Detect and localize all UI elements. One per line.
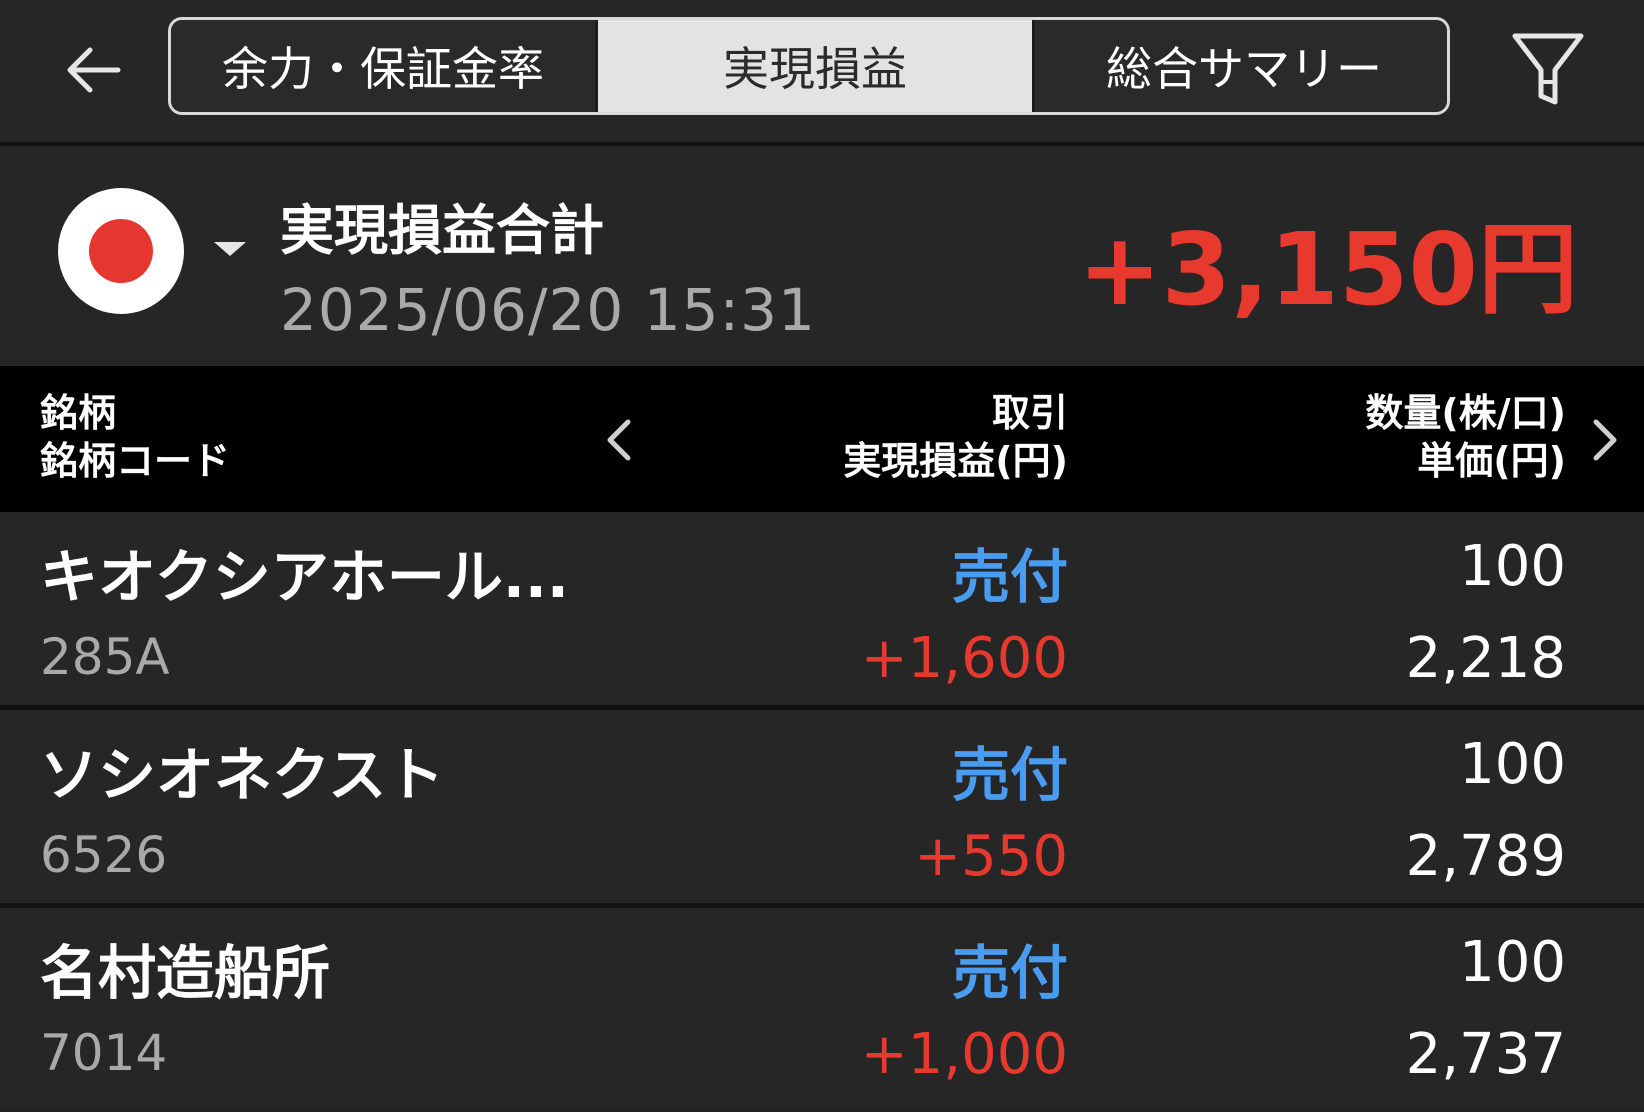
tab-total-summary[interactable]: 総合サマリー (1032, 20, 1447, 112)
chevron-down-icon[interactable] (214, 242, 246, 256)
back-button[interactable] (50, 35, 136, 105)
stock-name: キオクシアホール... (40, 543, 569, 611)
table-row[interactable]: 名村造船所 7014 売付 +1,000 100 2,737 (0, 908, 1644, 1108)
summary-total: +3,150円 (1077, 211, 1578, 328)
summary-datetime: 2025/06/20 15:31 (280, 276, 816, 344)
header-stock: 銘柄 銘柄コード (40, 391, 231, 483)
trade-type: 売付 (951, 741, 1068, 809)
arrow-left-icon (67, 47, 121, 93)
unit-price: 2,789 (1405, 824, 1566, 889)
japan-flag-icon[interactable] (58, 188, 184, 314)
quantity: 100 (1459, 732, 1566, 797)
stock-name: 名村造船所 (40, 939, 331, 1007)
trade-type: 売付 (951, 939, 1068, 1007)
stock-code: 285A (40, 628, 170, 686)
filter-button[interactable] (1508, 30, 1588, 110)
tab-margin-ratio[interactable]: 余力・保証金率 (171, 20, 598, 112)
header-trade: 取引 実現損益(円) (843, 391, 1068, 483)
table-row[interactable]: キオクシアホール... 285A 売付 +1,600 100 2,218 (0, 512, 1644, 710)
chevron-right-icon[interactable] (1586, 410, 1626, 470)
quantity: 100 (1459, 534, 1566, 599)
summary-panel: 実現損益合計 2025/06/20 15:31 +3,150円 (0, 146, 1644, 366)
unit-price: 2,218 (1405, 626, 1566, 691)
summary-title: 実現損益合計 (280, 199, 604, 262)
filter-funnel-icon (1512, 33, 1584, 105)
table-row[interactable]: ソシオネクスト 6526 売付 +550 100 2,789 (0, 710, 1644, 908)
stock-name: ソシオネクスト (40, 741, 445, 809)
realized-pl: +550 (914, 824, 1068, 889)
stock-code: 7014 (40, 1024, 168, 1082)
realized-pl: +1,000 (860, 1022, 1068, 1087)
tab-realized-pl[interactable]: 実現損益 (598, 20, 1032, 112)
header-quantity: 数量(株/口) 単価(円) (1365, 391, 1566, 483)
chevron-left-icon[interactable] (598, 410, 638, 470)
trade-type: 売付 (951, 543, 1068, 611)
table-header: 銘柄 銘柄コード 取引 実現損益(円) 数量(株/口) 単価(円) (0, 366, 1644, 512)
unit-price: 2,737 (1405, 1022, 1566, 1087)
top-bar: 余力・保証金率 実現損益 総合サマリー (0, 0, 1644, 146)
table-body: キオクシアホール... 285A 売付 +1,600 100 2,218 ソシオ… (0, 512, 1644, 1108)
realized-pl: +1,600 (860, 626, 1068, 691)
quantity: 100 (1459, 930, 1566, 995)
stock-code: 6526 (40, 826, 168, 884)
segment-tabs: 余力・保証金率 実現損益 総合サマリー (168, 17, 1450, 115)
